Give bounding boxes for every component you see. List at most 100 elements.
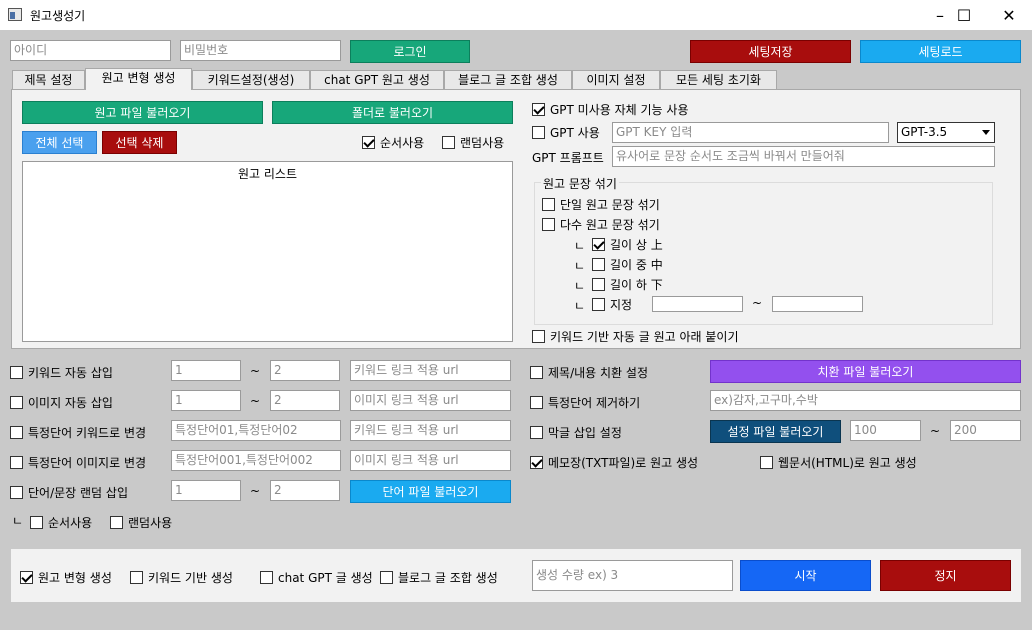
manuscript-list[interactable]: 원고 리스트 [22, 161, 513, 342]
use-gpt-checkbox[interactable]: GPT 사용 [532, 124, 600, 141]
load-settings-button[interactable]: 세팅로드 [860, 40, 1021, 63]
word-to-image-checkbox[interactable]: 특정단어 이미지로 변경 [10, 454, 146, 471]
insert-sequential-checkbox[interactable]: 순서사용 [30, 514, 92, 531]
range-tilde: ~ [250, 484, 261, 498]
keyword-count-from-input[interactable]: 1 [171, 360, 241, 381]
chevron-down-icon [982, 130, 990, 135]
tab-manuscript-variant[interactable]: 원고 변형 생성 [85, 68, 192, 90]
password-input[interactable]: 비밀번호 [180, 40, 341, 61]
image-count-to-input[interactable]: 2 [270, 390, 340, 411]
tab-blog-combine[interactable]: 블로그 글 조합 생성 [444, 70, 572, 90]
word-to-image-url-input[interactable]: 이미지 링크 적용 url [350, 450, 511, 471]
load-folder-button[interactable]: 폴더로 불러오기 [272, 101, 513, 124]
close-button[interactable]: ✕ [986, 0, 1032, 30]
gpt-generate-checkbox[interactable]: chat GPT 글 생성 [260, 569, 373, 586]
load-settings-file-button[interactable]: 설정 파일 불러오기 [710, 420, 841, 443]
checkbox-icon [592, 258, 605, 271]
checkbox-icon [542, 218, 555, 231]
single-mix-checkbox[interactable]: 단일 원고 문장 섞기 [542, 196, 660, 213]
filler-insert-checkbox[interactable]: 막글 삽입 설정 [530, 424, 622, 441]
custom-length-to-input[interactable] [772, 296, 863, 312]
checkbox-icon [442, 136, 455, 149]
checkbox-icon [530, 396, 543, 409]
checkbox-icon [380, 571, 393, 584]
filler-to-input[interactable]: 200 [950, 420, 1021, 441]
branch-marker: ㄴ [574, 279, 586, 293]
branch-marker: ㄴ [574, 259, 586, 273]
id-input[interactable]: 아이디 [10, 40, 171, 61]
checkbox-icon [130, 571, 143, 584]
checkbox-icon [532, 126, 545, 139]
multi-mix-checkbox[interactable]: 다수 원고 문장 섞기 [542, 216, 660, 233]
random-checkbox[interactable]: 랜덤사용 [442, 134, 504, 151]
checkbox-icon [532, 330, 545, 343]
start-button[interactable]: 시작 [740, 560, 871, 591]
tab-reset-all[interactable]: 모든 세팅 초기화 [660, 70, 777, 90]
title-bar: 원고생성기 – ☐ ✕ [0, 0, 1032, 30]
word-to-keyword-checkbox[interactable]: 특정단어 키워드로 변경 [10, 424, 146, 441]
keyword-generate-checkbox[interactable]: 키워드 기반 생성 [130, 569, 233, 586]
remove-word-checkbox[interactable]: 특정단어 제거하기 [530, 394, 640, 411]
random-insert-to-input[interactable]: 2 [270, 480, 340, 501]
load-replace-file-button[interactable]: 치환 파일 불러오기 [710, 360, 1021, 383]
word-to-image-input[interactable]: 특정단어001,특정단어002 [171, 450, 341, 471]
random-insert-from-input[interactable]: 1 [171, 480, 241, 501]
replace-settings-checkbox[interactable]: 제목/내용 치환 설정 [530, 364, 648, 381]
gpt-prompt-input[interactable]: 유사어로 문장 순서도 조금씩 바꿔서 만들어줘 [612, 146, 995, 167]
tab-image-settings[interactable]: 이미지 설정 [572, 70, 660, 90]
app-icon [8, 8, 22, 21]
range-tilde: ~ [250, 364, 261, 378]
sequential-checkbox[interactable]: 순서사용 [362, 134, 424, 151]
image-url-input[interactable]: 이미지 링크 적용 url [350, 390, 511, 411]
checkbox-checked-icon [532, 103, 545, 116]
filler-from-input[interactable]: 100 [850, 420, 921, 441]
checkbox-icon [760, 456, 773, 469]
keyword-attach-checkbox[interactable]: 키워드 기반 자동 글 원고 아래 붙이기 [532, 328, 739, 345]
list-header: 원고 리스트 [237, 167, 297, 181]
html-output-checkbox[interactable]: 웹문서(HTML)로 원고 생성 [760, 454, 917, 471]
checkbox-icon [542, 198, 555, 211]
tab-keyword-settings[interactable]: 키워드설정(생성) [192, 70, 310, 90]
remove-word-input[interactable]: ex)감자,고구마,수박 [710, 390, 1021, 411]
checkbox-icon [110, 516, 123, 529]
delete-selected-button[interactable]: 선택 삭제 [102, 131, 177, 154]
keyword-count-to-input[interactable]: 2 [270, 360, 340, 381]
word-to-keyword-input[interactable]: 특정단어01,특정단어02 [171, 420, 341, 441]
length-low-checkbox[interactable]: 길이 하 下 [592, 276, 663, 293]
select-all-button[interactable]: 전체 선택 [22, 131, 97, 154]
tab-title-settings[interactable]: 제목 설정 [12, 70, 85, 90]
image-insert-checkbox[interactable]: 이미지 자동 삽입 [10, 394, 113, 411]
range-tilde: ~ [752, 296, 763, 310]
keyword-insert-checkbox[interactable]: 키워드 자동 삽입 [10, 364, 113, 381]
load-manuscript-file-button[interactable]: 원고 파일 불러오기 [22, 101, 263, 124]
gpt-model-select[interactable]: GPT-3.5 [897, 122, 995, 143]
blog-generate-checkbox[interactable]: 블로그 글 조합 생성 [380, 569, 498, 586]
mix-group-title: 원고 문장 섞기 [541, 175, 619, 192]
no-gpt-checkbox[interactable]: GPT 미사용 자체 기능 사용 [532, 101, 688, 118]
insert-random-checkbox[interactable]: 랜덤사용 [110, 514, 172, 531]
stop-button[interactable]: 정지 [880, 560, 1011, 591]
checkbox-icon [592, 298, 605, 311]
load-word-file-button[interactable]: 단어 파일 불러오기 [350, 480, 511, 503]
checkbox-checked-icon [362, 136, 375, 149]
maximize-button[interactable]: ☐ [941, 0, 987, 30]
custom-length-from-input[interactable] [652, 296, 743, 312]
checkbox-icon [530, 426, 543, 439]
length-high-checkbox[interactable]: 길이 상 上 [592, 236, 663, 253]
custom-length-checkbox[interactable]: 지정 [592, 296, 632, 313]
tab-chatgpt[interactable]: chat GPT 원고 생성 [310, 70, 444, 90]
checkbox-icon [592, 278, 605, 291]
save-settings-button[interactable]: 세팅저장 [690, 40, 851, 63]
generate-count-input[interactable]: 생성 수량 ex) 3 [532, 560, 733, 591]
keyword-url-input[interactable]: 키워드 링크 적용 url [350, 360, 511, 381]
word-to-keyword-url-input[interactable]: 키워드 링크 적용 url [350, 420, 511, 441]
gpt-key-input[interactable]: GPT KEY 입력 [612, 122, 889, 143]
txt-output-checkbox[interactable]: 메모장(TXT파일)로 원고 생성 [530, 454, 698, 471]
range-tilde: ~ [250, 394, 261, 408]
variant-generate-checkbox[interactable]: 원고 변형 생성 [20, 569, 112, 586]
checkbox-checked-icon [20, 571, 33, 584]
login-button[interactable]: 로그인 [350, 40, 470, 63]
length-mid-checkbox[interactable]: 길이 중 中 [592, 256, 663, 273]
random-insert-checkbox[interactable]: 단어/문장 랜덤 삽입 [10, 484, 128, 501]
image-count-from-input[interactable]: 1 [171, 390, 241, 411]
